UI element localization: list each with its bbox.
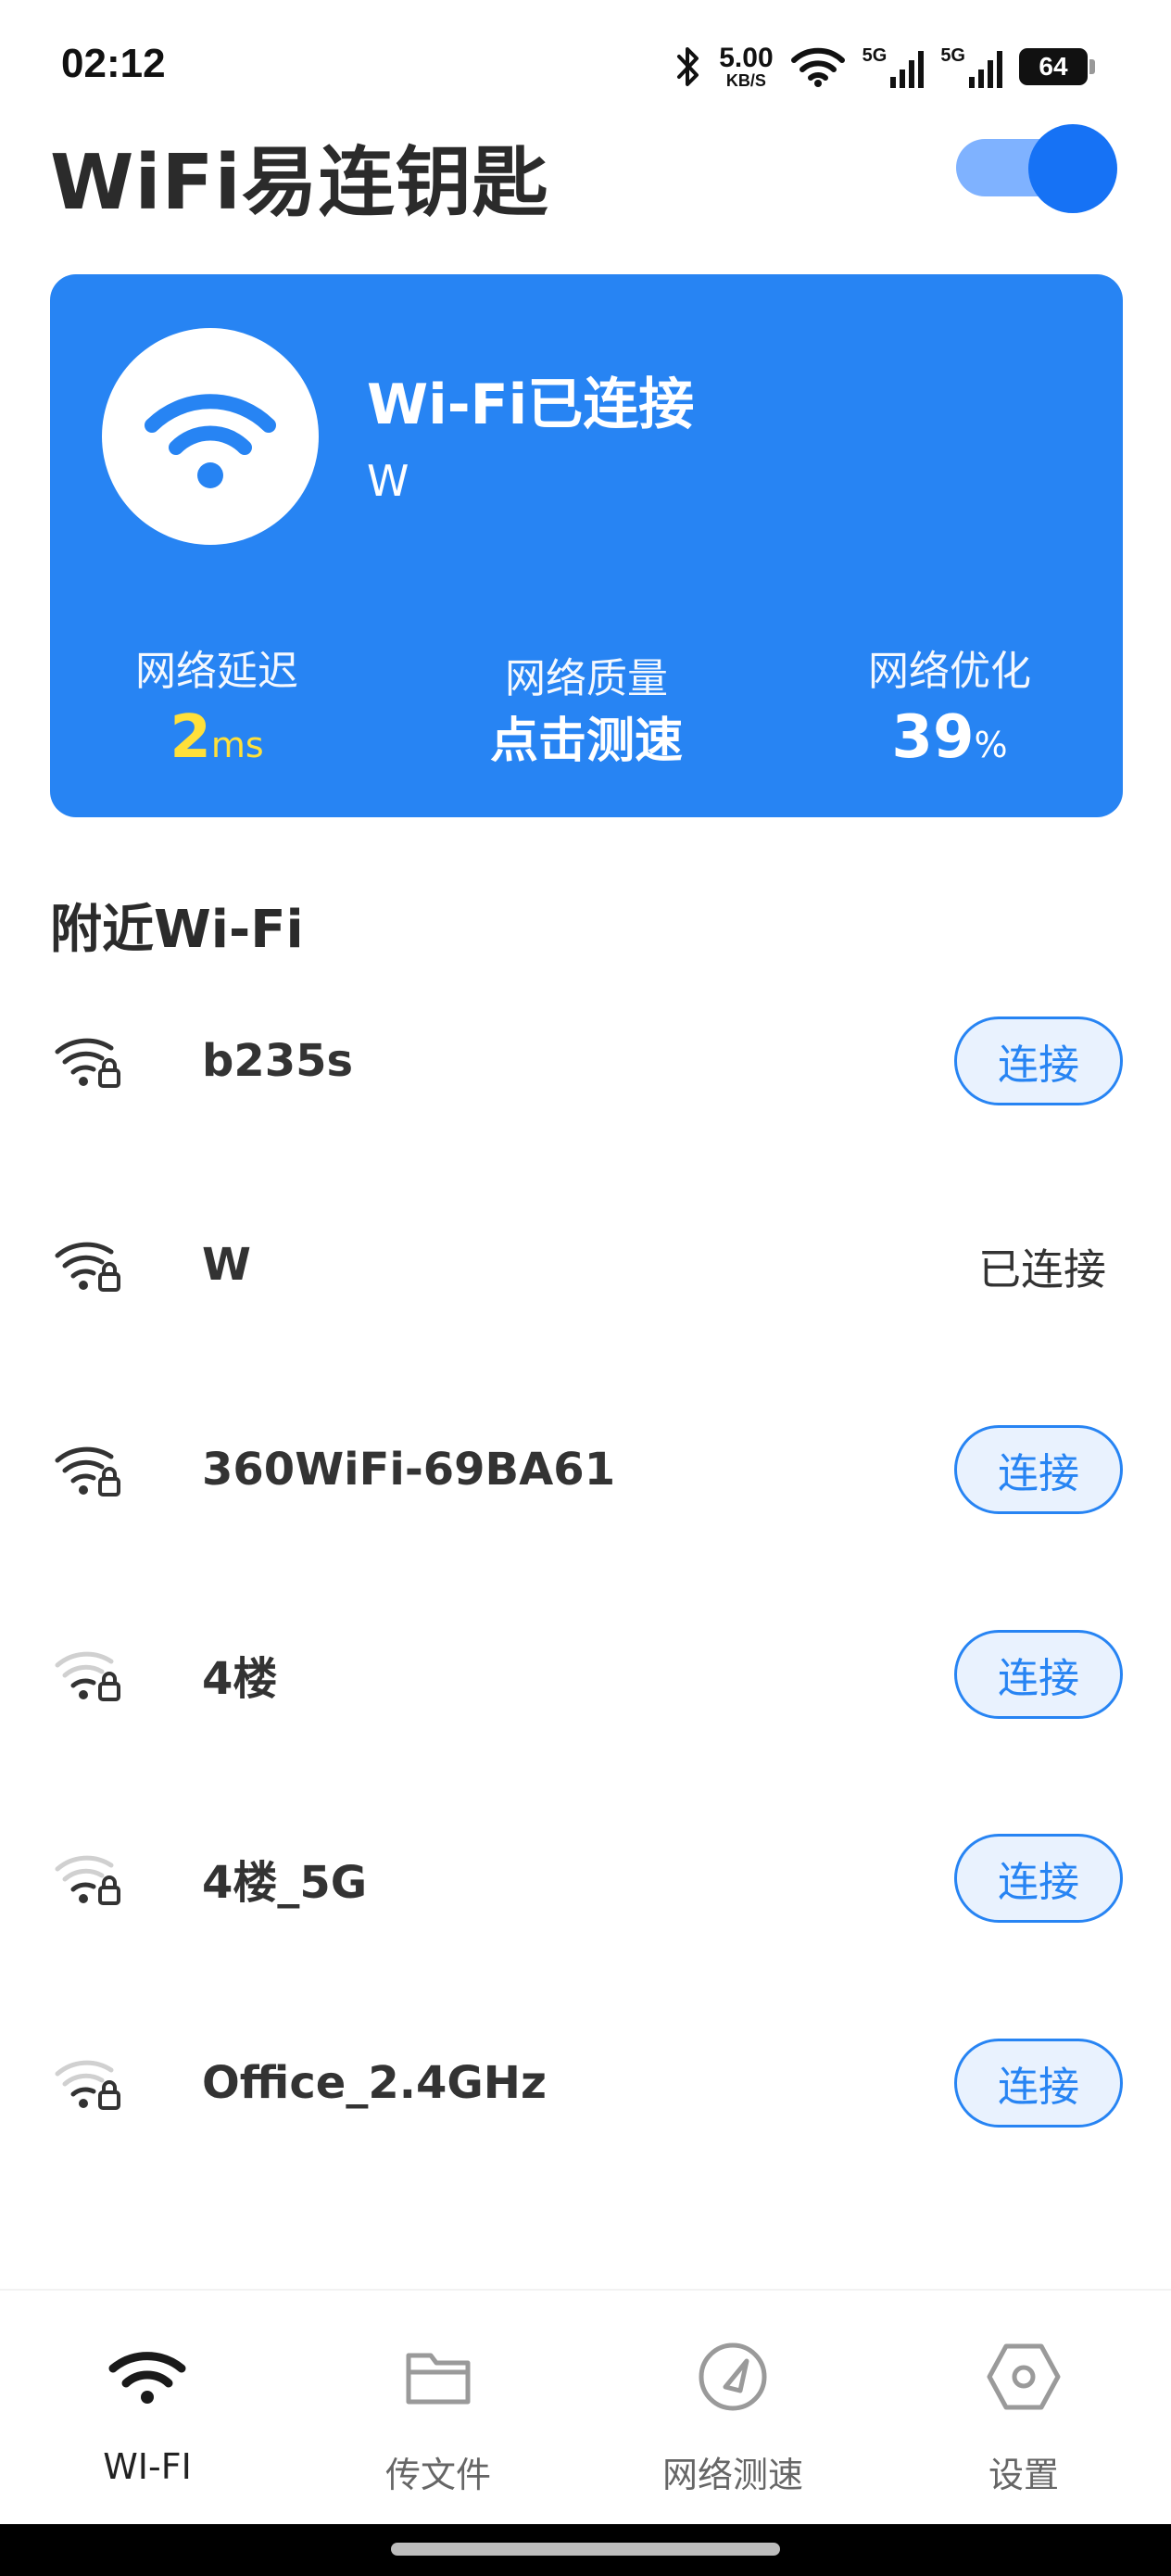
wifi-locked-icon [55,1242,120,1292]
home-indicator[interactable] [391,2543,780,2556]
network-speed: 5.00 KB/S [719,43,774,90]
folder-icon [397,2335,480,2418]
wifi-weak-locked-icon [55,2060,120,2110]
cell-signal-2-label: 5G [940,45,965,66]
connected-ssid: W [367,456,409,506]
optimization-unit: % [974,725,1008,765]
latency-number: 2 [170,703,211,772]
speedometer-icon [691,2335,774,2418]
connect-button[interactable]: 连接 [954,1630,1123,1719]
battery-indicator: 64 [1019,48,1095,85]
wifi-name: b235s [202,1035,354,1087]
status-time: 02:12 [61,41,166,86]
nav-label-transfer-files: 传文件 [384,2455,491,2495]
wifi-signal-icon [790,47,845,87]
wifi-name: 360WiFi-69BA61 [202,1444,616,1496]
cell-signal-2: 5G [940,45,1002,88]
nav-label-wifi: WI-FI [103,2446,192,2487]
network-speed-unit: KB/S [725,71,766,90]
connection-status: Wi-Fi已连接 [367,373,695,437]
wifi-list-item[interactable]: W 已连接 [50,1214,1123,1316]
wifi-toggle[interactable] [954,120,1123,213]
cell-signal-2-bars [969,51,1002,88]
nav-label-settings: 设置 [988,2455,1059,2495]
wifi-name: 4楼 [202,1653,278,1705]
wifi-icon [145,394,276,488]
cell-signal-1-label: 5G [862,45,888,66]
connect-button[interactable]: 连接 [954,1017,1123,1105]
wifi-locked-icon [55,1446,120,1496]
connection-wifi-badge [102,328,319,545]
wifi-locked-icon [55,1038,120,1088]
connect-button[interactable]: 连接 [954,2039,1123,2128]
wifi-weak-locked-icon [55,1855,120,1905]
optimization-value: 39% [783,708,1116,767]
connect-button[interactable]: 连接 [954,1834,1123,1923]
nav-item-settings[interactable]: 设置 [908,2335,1140,2497]
wifi-list-item[interactable]: 4楼 连接 [50,1623,1123,1725]
quality-stat[interactable]: 网络质量 点击测速 [420,645,753,765]
system-gesture-bar [0,2524,1171,2576]
nav-label-speed-test: 网络测速 [661,2455,803,2495]
nav-item-transfer-files[interactable]: 传文件 [322,2335,554,2497]
wifi-weak-locked-icon [55,1651,120,1701]
latency-unit: ms [210,725,264,765]
latency-label: 网络延迟 [135,648,298,695]
wifi-list-item[interactable]: Office_2.4GHz 连接 [50,2032,1123,2134]
nav-item-wifi[interactable]: WI-FI [31,2335,263,2487]
bottom-nav: WI-FI 传文件 网络测速 设置 [0,2289,1171,2524]
latency-stat: 网络延迟 2ms [50,638,384,767]
app-title: WiFi易连钥匙 [50,139,549,227]
optimization-stat: 网络优化 39% [783,638,1116,767]
cell-signal-1-bars [890,51,925,88]
connect-button[interactable]: 连接 [954,1425,1123,1514]
latency-value: 2ms [50,708,384,767]
wifi-name: Office_2.4GHz [202,2057,547,2109]
wifi-toggle-knob [1028,124,1117,213]
optimization-label: 网络优化 [868,648,1031,695]
status-bar: 02:12 5.00 KB/S 5G 5G 64 [0,0,1171,130]
nav-item-speed-test[interactable]: 网络测速 [617,2335,849,2497]
wifi-list-item[interactable]: 4楼_5G 连接 [50,1827,1123,1929]
speed-test-link[interactable]: 点击测速 [420,717,753,765]
wifi-list-item[interactable]: 360WiFi-69BA61 连接 [50,1419,1123,1521]
status-icons: 5.00 KB/S 5G 5G 64 [674,41,1095,93]
nearby-wifi-title: 附近Wi-Fi [50,900,304,960]
quality-label: 网络质量 [505,655,668,702]
network-speed-value: 5.00 [719,43,774,73]
cell-signal-1: 5G [863,45,925,88]
connected-status: 已连接 [978,1244,1106,1294]
optimization-number: 39 [891,703,975,772]
connection-card[interactable]: Wi-Fi已连接 W 网络延迟 2ms 网络质量 点击测速 网络优化 39% [50,274,1123,817]
wifi-list-item[interactable]: b235s 连接 [50,1010,1123,1112]
wifi-name: W [202,1239,251,1291]
bluetooth-icon [677,47,699,86]
hexagon-settings-icon [982,2335,1065,2418]
wifi-icon [106,2335,189,2418]
wifi-name: 4楼_5G [202,1857,368,1909]
